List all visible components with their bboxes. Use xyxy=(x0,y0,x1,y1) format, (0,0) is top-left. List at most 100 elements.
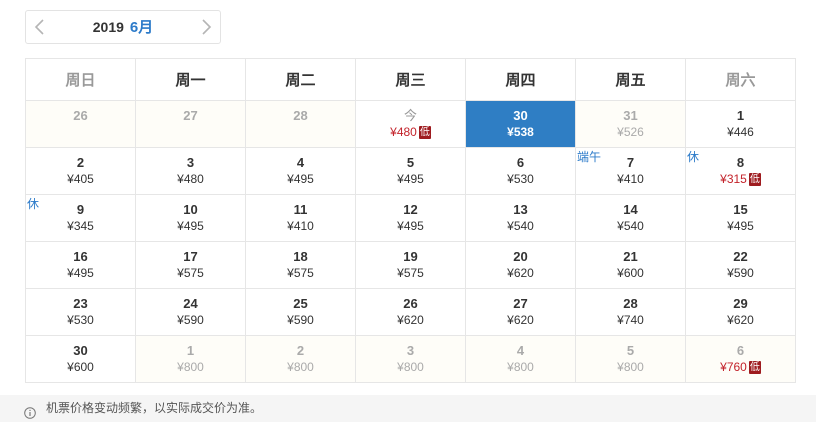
calendar-day-cell[interactable]: 2 ¥800 xyxy=(245,335,356,383)
day-price: ¥495 xyxy=(397,172,424,186)
day-price-row: ¥495 xyxy=(26,266,135,280)
calendar-day-cell[interactable]: 4 ¥800 xyxy=(465,335,576,383)
calendar-day-cell[interactable]: 26 ¥620 xyxy=(355,288,466,336)
calendar-day-cell[interactable]: 休 8 ¥315 低 xyxy=(685,147,796,195)
calendar-day-cell[interactable]: 29 ¥620 xyxy=(685,288,796,336)
calendar-day-cell[interactable]: 1 ¥446 xyxy=(685,100,796,148)
calendar-day-cell[interactable]: 26 xyxy=(25,100,136,148)
calendar-day-cell[interactable]: 3 ¥800 xyxy=(355,335,466,383)
day-price: ¥590 xyxy=(287,313,314,327)
calendar-week-row: 23 ¥530 24 ¥590 25 ¥590 26 ¥620 27 ¥620 28 ¥740 29 ¥6… xyxy=(25,288,796,336)
day-price: ¥495 xyxy=(727,219,754,233)
low-price-badge: 低 xyxy=(418,126,431,139)
calendar-day-cell[interactable]: 15 ¥495 xyxy=(685,194,796,242)
day-number: 13 xyxy=(513,202,528,217)
calendar-day-cell[interactable]: 31 ¥526 xyxy=(575,100,686,148)
calendar-day-cell[interactable]: 17 ¥575 xyxy=(135,241,246,289)
day-price-row: ¥410 xyxy=(246,219,355,233)
calendar-day-cell[interactable]: 休 9 ¥345 xyxy=(25,194,136,242)
weekday-header: 周一 xyxy=(135,58,246,101)
calendar-day-cell[interactable]: 27 xyxy=(135,100,246,148)
calendar-day-cell[interactable]: 3 ¥480 xyxy=(135,147,246,195)
day-price: ¥526 xyxy=(617,125,644,139)
calendar-day-cell[interactable]: 6 ¥760 低 xyxy=(685,335,796,383)
weekday-header-row: 周日 周一 周二 周三 周四 周五 周六 xyxy=(25,58,796,101)
calendar-day-cell[interactable]: 4 ¥495 xyxy=(245,147,356,195)
day-number: 14 xyxy=(623,202,638,217)
next-month-chevron-right-icon[interactable] xyxy=(198,19,214,35)
day-number: 2 xyxy=(296,343,305,358)
day-number: 21 xyxy=(623,249,638,264)
calendar-day-cell[interactable]: 28 xyxy=(245,100,356,148)
price-notice-bar: 机票价格变动频繁，以实际成交价为准。 xyxy=(0,395,816,422)
day-price: ¥495 xyxy=(67,266,94,280)
day-price-row: ¥575 xyxy=(136,266,245,280)
day-price-row: ¥480 低 xyxy=(356,125,465,139)
calendar-day-cell[interactable]: 14 ¥540 xyxy=(575,194,686,242)
day-price-row: ¥410 xyxy=(576,172,685,186)
day-price: ¥575 xyxy=(177,266,204,280)
calendar-week-row: 16 ¥495 17 ¥575 18 ¥575 19 ¥575 20 ¥620 21 ¥600 22 ¥5… xyxy=(25,241,796,289)
day-price-row: ¥446 xyxy=(686,125,795,139)
calendar-day-cell[interactable]: 20 ¥620 xyxy=(465,241,576,289)
calendar-week-row: 26 27 28 今 ¥480 低 30 ¥538 31 ¥526 1 ¥446 xyxy=(25,100,796,148)
calendar-day-cell[interactable]: 21 ¥600 xyxy=(575,241,686,289)
day-number: 11 xyxy=(293,202,308,217)
day-price-row: ¥345 xyxy=(26,219,135,233)
calendar-day-cell[interactable]: 1 ¥800 xyxy=(135,335,246,383)
calendar-week-row: 2 ¥405 3 ¥480 4 ¥495 5 ¥495 6 ¥530 端午 7 ¥410 休 8 ¥315 低 xyxy=(25,147,796,195)
weekday-header: 周五 xyxy=(575,58,686,101)
day-price: ¥620 xyxy=(507,313,534,327)
calendar-day-cell[interactable]: 30 ¥600 xyxy=(25,335,136,383)
day-number: 今 xyxy=(403,108,417,123)
calendar-day-cell[interactable]: 19 ¥575 xyxy=(355,241,466,289)
month-navigator: 2019 6月 xyxy=(25,10,221,44)
day-price-row: ¥405 xyxy=(26,172,135,186)
calendar-day-cell[interactable]: 6 ¥530 xyxy=(465,147,576,195)
low-price-badge: 低 xyxy=(748,361,761,374)
day-price-row: ¥620 xyxy=(466,313,575,327)
calendar-day-cell[interactable]: 18 ¥575 xyxy=(245,241,356,289)
calendar-day-cell-selected[interactable]: 30 ¥538 xyxy=(465,100,576,148)
day-price-row: ¥620 xyxy=(356,313,465,327)
day-number: 4 xyxy=(516,343,525,358)
day-number: 2 xyxy=(76,155,85,170)
calendar-day-cell[interactable]: 10 ¥495 xyxy=(135,194,246,242)
day-price: ¥760 xyxy=(720,360,747,374)
day-price: ¥620 xyxy=(397,313,424,327)
calendar-day-cell[interactable]: 24 ¥590 xyxy=(135,288,246,336)
day-price: ¥575 xyxy=(397,266,424,280)
day-price: ¥530 xyxy=(67,313,94,327)
calendar-day-cell[interactable]: 端午 7 ¥410 xyxy=(575,147,686,195)
day-price: ¥538 xyxy=(507,125,534,139)
day-price: ¥600 xyxy=(67,360,94,374)
day-price: ¥410 xyxy=(617,172,644,186)
day-number: 19 xyxy=(403,249,418,264)
day-number: 3 xyxy=(406,343,415,358)
day-number: 26 xyxy=(403,296,418,311)
calendar-day-cell[interactable]: 12 ¥495 xyxy=(355,194,466,242)
day-number: 20 xyxy=(513,249,528,264)
weekday-header: 周日 xyxy=(25,58,136,101)
day-price: ¥495 xyxy=(397,219,424,233)
calendar-day-cell[interactable]: 13 ¥540 xyxy=(465,194,576,242)
calendar-day-cell[interactable]: 28 ¥740 xyxy=(575,288,686,336)
calendar-day-cell[interactable]: 25 ¥590 xyxy=(245,288,356,336)
day-price: ¥800 xyxy=(617,360,644,374)
calendar-day-cell[interactable]: 2 ¥405 xyxy=(25,147,136,195)
day-price-row: ¥538 xyxy=(466,125,575,139)
calendar-day-cell[interactable]: 27 ¥620 xyxy=(465,288,576,336)
calendar-day-cell[interactable]: 16 ¥495 xyxy=(25,241,136,289)
calendar-day-cell[interactable]: 22 ¥590 xyxy=(685,241,796,289)
calendar-day-cell[interactable]: 11 ¥410 xyxy=(245,194,356,242)
day-price: ¥480 xyxy=(390,125,417,139)
calendar-day-cell[interactable]: 5 ¥800 xyxy=(575,335,686,383)
day-price: ¥800 xyxy=(397,360,424,374)
calendar-day-cell[interactable]: 5 ¥495 xyxy=(355,147,466,195)
calendar-day-cell[interactable]: 今 ¥480 低 xyxy=(355,100,466,148)
day-price-row: ¥495 xyxy=(246,172,355,186)
day-price: ¥480 xyxy=(177,172,204,186)
calendar-day-cell[interactable]: 23 ¥530 xyxy=(25,288,136,336)
day-number: 28 xyxy=(623,296,638,311)
day-price-row: ¥575 xyxy=(356,266,465,280)
